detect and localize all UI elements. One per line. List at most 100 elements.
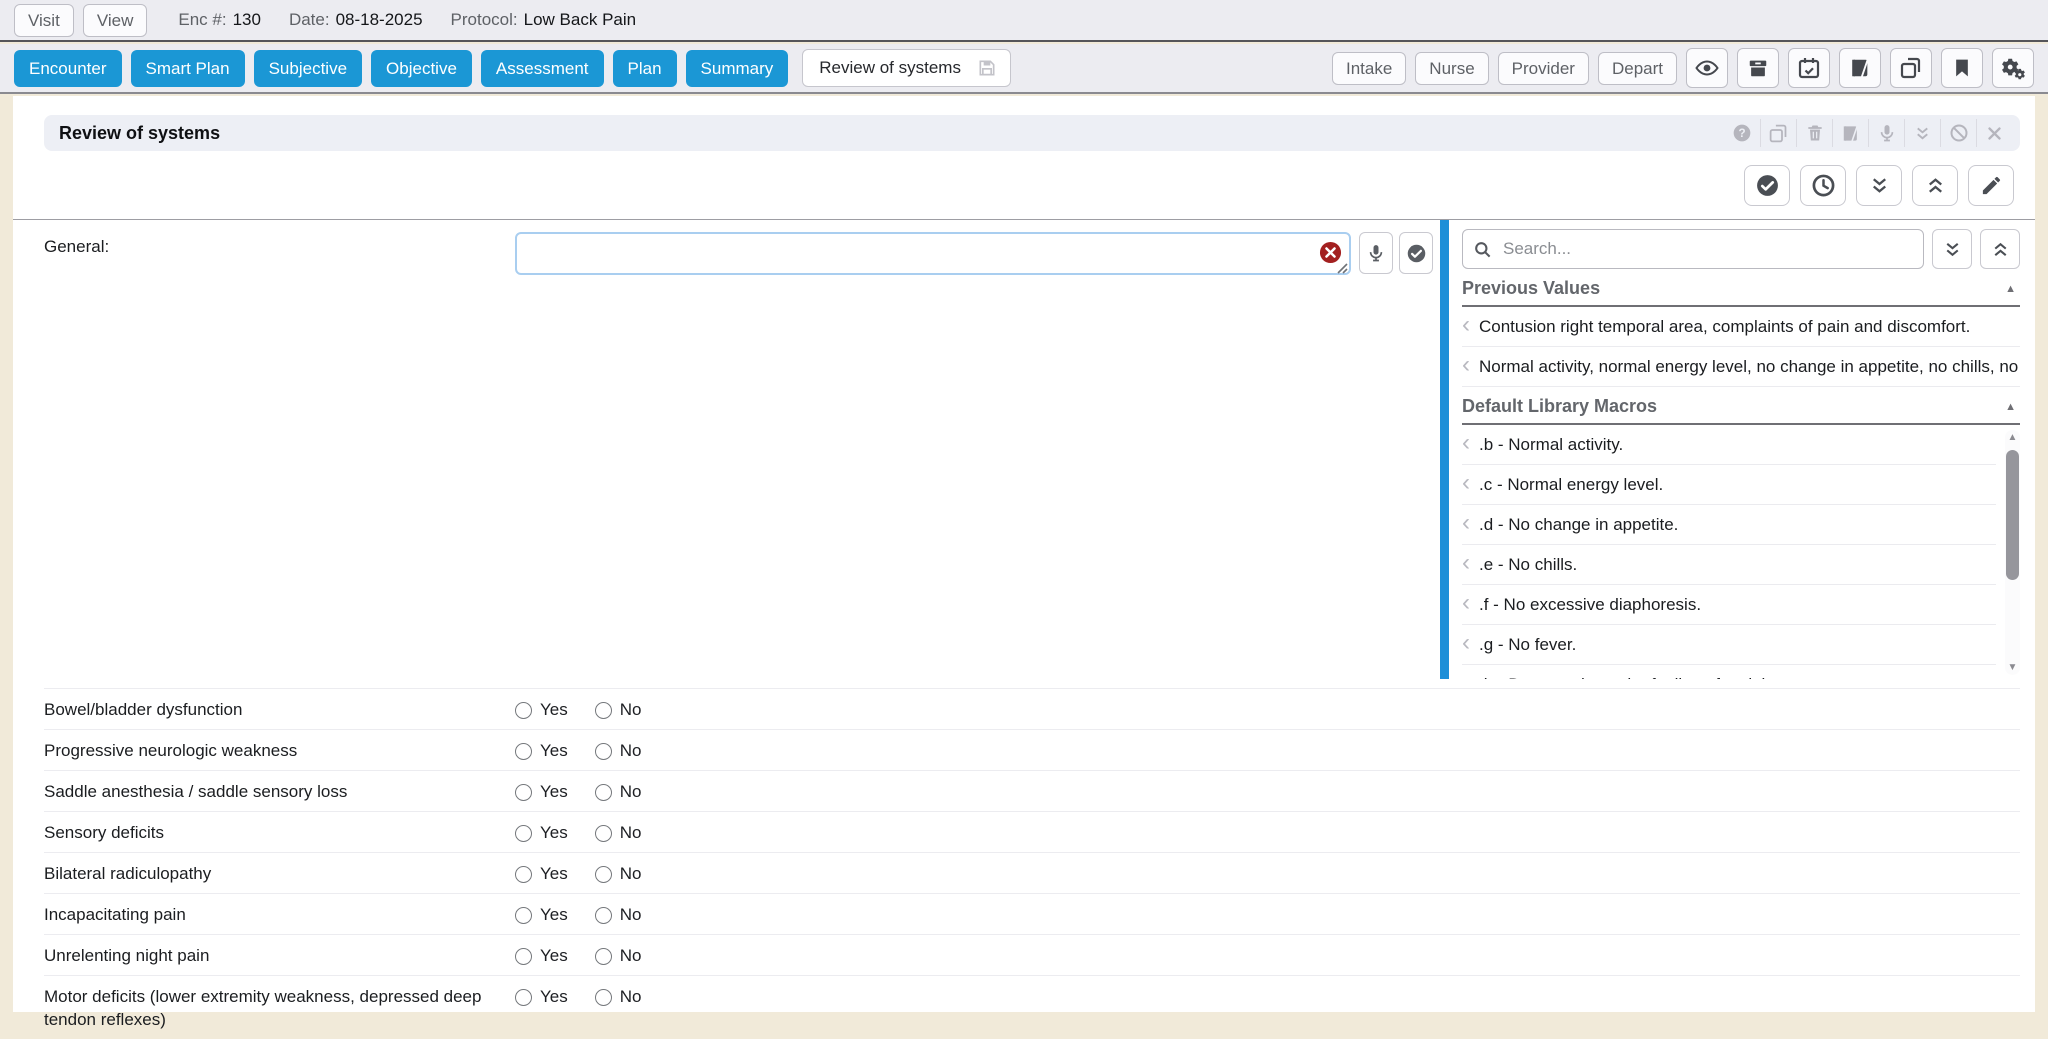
yes-option[interactable]: Yes	[515, 905, 568, 925]
resize-grip[interactable]	[1337, 263, 1348, 274]
scrollbar-thumb[interactable]	[2006, 450, 2019, 580]
tab-plan[interactable]: Plan	[613, 50, 677, 87]
gears-icon	[2000, 55, 2026, 81]
no-radio[interactable]	[595, 948, 612, 965]
scroll-down-icon[interactable]: ▼	[2005, 662, 2020, 673]
general-input[interactable]	[515, 232, 1351, 275]
yes-radio[interactable]	[515, 702, 532, 719]
macro-item[interactable]: ‹.c - Normal energy level.	[1462, 465, 1996, 505]
yes-radio[interactable]	[515, 825, 532, 842]
view-button[interactable]: View	[83, 4, 148, 37]
protocol-value: Low Back Pain	[524, 10, 636, 29]
scroll-up-icon[interactable]: ▲	[2005, 432, 2020, 443]
no-option[interactable]: No	[595, 864, 642, 884]
question-row: Sensory deficits Yes No	[44, 811, 2020, 852]
expand-all-button[interactable]	[1912, 165, 1958, 206]
yes-option[interactable]: Yes	[515, 741, 568, 761]
yes-radio[interactable]	[515, 907, 532, 924]
yes-radio[interactable]	[515, 866, 532, 883]
macro-text: .e - No chills.	[1479, 555, 1577, 575]
no-radio[interactable]	[595, 907, 612, 924]
previous-values-title: Previous Values	[1462, 278, 1600, 299]
clear-circle-icon[interactable]	[1319, 241, 1342, 264]
collapse-all-button[interactable]	[1856, 165, 1902, 206]
collapse-triangle-icon[interactable]: ▲	[2005, 283, 2016, 295]
no-radio[interactable]	[595, 784, 612, 801]
depart-button[interactable]: Depart	[1598, 52, 1677, 85]
macro-item[interactable]: ‹.h - Does not have the feeling of malai…	[1462, 665, 1996, 679]
macro-item[interactable]: ‹.f - No excessive diaphoresis.	[1462, 585, 1996, 625]
protocol: Protocol:Low Back Pain	[451, 10, 637, 30]
microphone-icon[interactable]	[1868, 119, 1904, 147]
yes-option[interactable]: Yes	[515, 987, 568, 1007]
macro-item[interactable]: ‹.e - No chills.	[1462, 545, 1996, 585]
tab-encounter[interactable]: Encounter	[14, 50, 122, 87]
yes-option[interactable]: Yes	[515, 700, 568, 720]
yes-option[interactable]: Yes	[515, 782, 568, 802]
journal-button[interactable]	[1839, 48, 1881, 88]
nurse-button[interactable]: Nurse	[1415, 52, 1488, 85]
no-option[interactable]: No	[595, 946, 642, 966]
no-radio[interactable]	[595, 702, 612, 719]
sidebar-collapse-all-button[interactable]	[1932, 229, 1972, 269]
macro-item[interactable]: ‹.b - Normal activity.	[1462, 425, 1996, 465]
no-option[interactable]: No	[595, 700, 642, 720]
sidebar-expand-all-button[interactable]	[1980, 229, 2020, 269]
bookmark-button[interactable]	[1941, 48, 1983, 88]
question-options: Yes No	[515, 985, 641, 1007]
close-icon[interactable]	[1976, 119, 2012, 147]
tab-summary[interactable]: Summary	[686, 50, 789, 87]
yes-radio[interactable]	[515, 784, 532, 801]
intake-button[interactable]: Intake	[1332, 52, 1406, 85]
tab-objective[interactable]: Objective	[371, 50, 472, 87]
no-radio[interactable]	[595, 989, 612, 1006]
tab-subjective[interactable]: Subjective	[254, 50, 362, 87]
provider-button[interactable]: Provider	[1498, 52, 1589, 85]
history-button[interactable]	[1800, 165, 1846, 206]
yes-option[interactable]: Yes	[515, 946, 568, 966]
complete-button[interactable]	[1744, 165, 1790, 206]
previous-value-item[interactable]: ‹ Contusion right temporal area, complai…	[1462, 307, 2020, 347]
no-option[interactable]: No	[595, 782, 642, 802]
no-option[interactable]: No	[595, 905, 642, 925]
collapse-triangle-icon[interactable]: ▲	[2005, 401, 2016, 413]
calendar-button[interactable]	[1788, 48, 1830, 88]
no-option[interactable]: No	[595, 987, 642, 1007]
tab-assessment[interactable]: Assessment	[481, 50, 604, 87]
yes-radio[interactable]	[515, 743, 532, 760]
copy-icon[interactable]	[1760, 119, 1796, 147]
book-icon[interactable]	[1832, 119, 1868, 147]
yes-option[interactable]: Yes	[515, 864, 568, 884]
search-input[interactable]	[1501, 238, 1913, 260]
help-icon[interactable]: ?	[1724, 119, 1760, 147]
yes-radio[interactable]	[515, 989, 532, 1006]
question-row: Incapacitating pain Yes No	[44, 893, 2020, 934]
visit-button[interactable]: Visit	[14, 4, 74, 37]
macro-scrollbar[interactable]: ▲ ▼	[2005, 430, 2020, 675]
tab-smart-plan[interactable]: Smart Plan	[131, 50, 245, 87]
no-radio[interactable]	[595, 825, 612, 842]
yes-option[interactable]: Yes	[515, 823, 568, 843]
tab-review-of-systems[interactable]: Review of systems	[802, 49, 1011, 87]
settings-button[interactable]	[1992, 48, 2034, 88]
confirm-button[interactable]	[1399, 232, 1433, 274]
copy-button[interactable]	[1890, 48, 1932, 88]
no-option[interactable]: No	[595, 823, 642, 843]
no-radio[interactable]	[595, 743, 612, 760]
no-option[interactable]: No	[595, 741, 642, 761]
eye-button[interactable]	[1686, 48, 1728, 88]
ban-icon[interactable]	[1940, 119, 1976, 147]
dictate-button[interactable]	[1359, 232, 1393, 274]
macro-item[interactable]: ‹.g - No fever.	[1462, 625, 1996, 665]
edit-button[interactable]	[1968, 165, 2014, 206]
macro-item[interactable]: ‹.d - No change in appetite.	[1462, 505, 1996, 545]
chevron-double-down-icon[interactable]	[1904, 119, 1940, 147]
no-radio[interactable]	[595, 866, 612, 883]
yes-radio[interactable]	[515, 948, 532, 965]
trash-icon[interactable]	[1796, 119, 1832, 147]
previous-value-item[interactable]: ‹ Normal activity, normal energy level, …	[1462, 347, 2020, 387]
yes-label: Yes	[540, 700, 568, 720]
previous-values-header[interactable]: Previous Values ▲	[1462, 269, 2020, 307]
archive-button[interactable]	[1737, 48, 1779, 88]
default-library-macros-header[interactable]: Default Library Macros ▲	[1462, 387, 2020, 425]
